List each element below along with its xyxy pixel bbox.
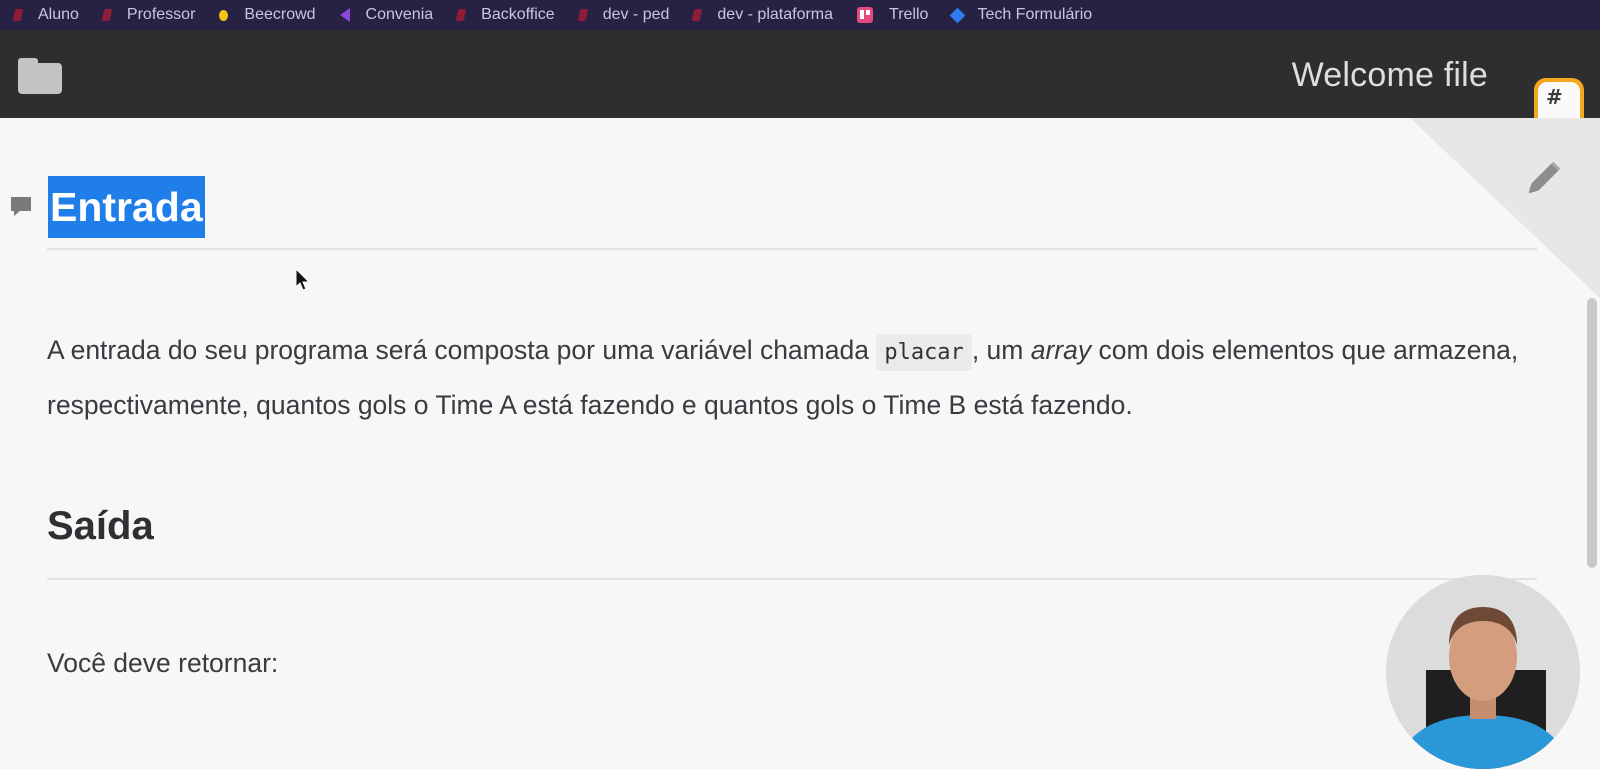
bookmark-convenia[interactable]: Convenia — [326, 0, 444, 30]
bookmark-label: Backoffice — [481, 6, 555, 23]
bookmark-label: Professor — [126, 6, 196, 23]
bookmark-beecrowd[interactable]: Beecrowd — [205, 0, 325, 30]
bookmark-backoffice[interactable]: Backoffice — [443, 0, 565, 30]
bookmark-icon — [577, 9, 588, 21]
bookmark-icon — [12, 9, 24, 21]
heading-entrada: Entrada — [48, 176, 205, 238]
folder-menu-button[interactable] — [18, 58, 62, 94]
beecrowd-icon — [219, 9, 229, 21]
bookmark-label: Convenia — [365, 6, 434, 23]
heading-divider — [47, 248, 1537, 250]
editor-header: Welcome file # — [0, 30, 1600, 130]
bookmark-dev-ped[interactable]: dev - ped — [565, 0, 680, 30]
bookmark-label: dev - plataforma — [717, 6, 834, 23]
comment-icon[interactable] — [10, 196, 32, 216]
webcam-overlay — [1386, 575, 1580, 769]
bookmark-dev-plataforma[interactable]: dev - plataforma — [679, 0, 843, 30]
bookmarks-bar: Aluno Professor Beecrowd Convenia Backof… — [0, 0, 1600, 30]
emphasis-text: array — [1030, 335, 1092, 365]
presenter-video — [1386, 575, 1580, 769]
bookmark-label: Beecrowd — [244, 6, 316, 23]
bookmark-icon — [692, 9, 703, 21]
bookmark-tech-formulario[interactable]: Tech Formulário — [938, 0, 1102, 30]
bookmark-professor[interactable]: Professor — [89, 0, 205, 30]
bookmark-label: Aluno — [38, 6, 79, 23]
heading-saida: Saída — [47, 504, 154, 548]
bookmark-label: Trello — [889, 6, 929, 23]
paragraph-entrada: A entrada do seu programa será composta … — [47, 334, 1519, 420]
inline-code: placar — [876, 334, 972, 371]
scrollbar-thumb[interactable] — [1587, 298, 1597, 568]
heading-divider — [47, 578, 1537, 580]
document-preview: Entrada A entrada do seu programa será c… — [0, 118, 1600, 720]
mouse-cursor-icon — [295, 268, 311, 291]
file-title[interactable]: Welcome file — [1292, 56, 1488, 95]
edit-corner — [1410, 118, 1600, 298]
jira-icon — [950, 7, 966, 23]
convenia-icon — [339, 8, 350, 22]
bookmark-label: Tech Formulário — [977, 6, 1093, 23]
trello-icon — [857, 7, 874, 23]
bookmark-icon — [455, 9, 467, 21]
bookmark-label: dev - ped — [602, 6, 670, 23]
pencil-icon[interactable] — [1520, 158, 1564, 202]
bookmark-aluno[interactable]: Aluno — [0, 0, 89, 30]
bookmark-trello[interactable]: Trello — [843, 0, 938, 30]
paragraph-saida: Você deve retornar: — [47, 648, 279, 678]
bookmark-icon — [101, 9, 113, 21]
